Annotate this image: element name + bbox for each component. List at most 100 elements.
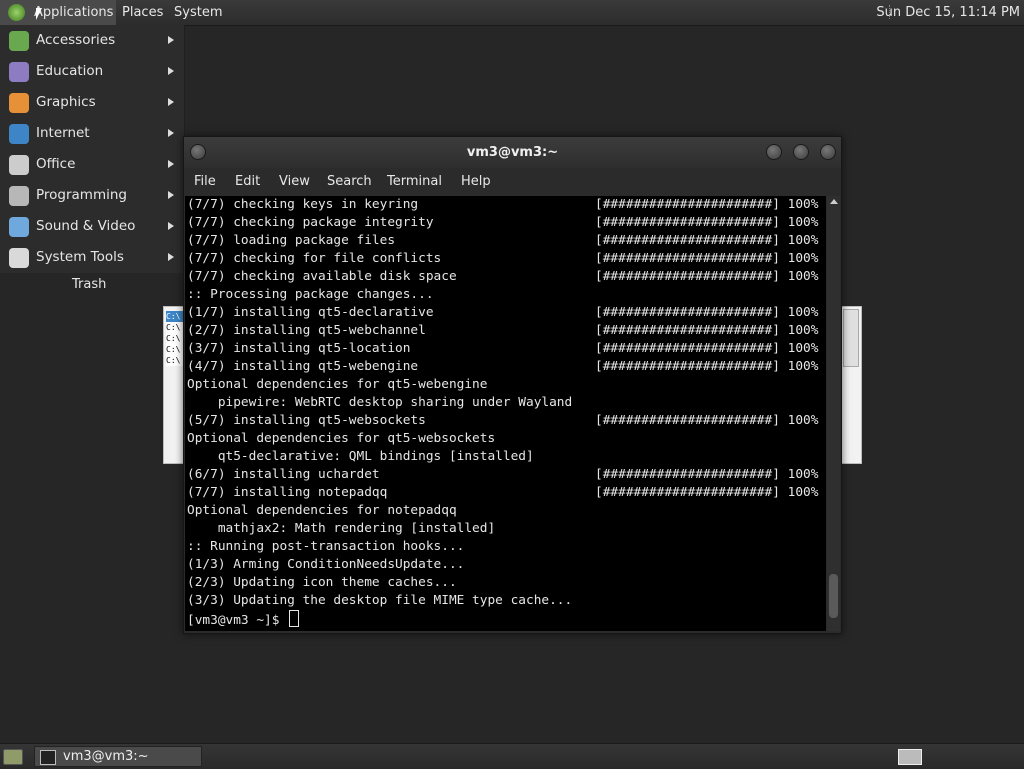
menu-item-label: Graphics xyxy=(36,94,96,110)
maximize-icon[interactable] xyxy=(793,144,809,160)
terminal-line: (3/7) installing qt5-location [##########… xyxy=(185,340,826,358)
progress-bar-text: [######################] 100% xyxy=(595,269,819,284)
progress-bar-text: [######################] 100% xyxy=(595,485,819,500)
menu-item-label: Programming xyxy=(36,187,127,203)
clock[interactable]: Sun Dec 15, 11:14 PM xyxy=(876,0,1020,25)
submenu-arrow-icon xyxy=(168,67,174,75)
scroll-thumb[interactable] xyxy=(829,574,838,618)
system-tools-icon xyxy=(9,248,29,268)
submenu-arrow-icon xyxy=(168,160,174,168)
terminal-menubar: File Edit View Search Terminal Help xyxy=(184,168,841,196)
progress-bar-text: [######################] 100% xyxy=(595,413,819,428)
education-icon xyxy=(9,62,29,82)
menu-item-system-tools[interactable]: System Tools xyxy=(0,242,184,273)
bg-window-line: C:\ xyxy=(166,322,184,333)
menu-item-internet[interactable]: Internet xyxy=(0,118,184,149)
progress-bar-text: [######################] 100% xyxy=(595,251,819,266)
close-icon[interactable] xyxy=(820,144,836,160)
terminal-line-text: (1/7) installing qt5-declarative xyxy=(187,305,434,320)
menu-file[interactable]: File xyxy=(194,168,216,196)
scroll-up-arrow-icon[interactable] xyxy=(830,199,838,204)
submenu-arrow-icon xyxy=(168,129,174,137)
terminal-line-text: qt5-declarative: QML bindings [installed… xyxy=(187,449,534,464)
terminal-line-text: (3/7) installing qt5-location xyxy=(187,341,411,356)
terminal-line: pipewire: WebRTC desktop sharing under W… xyxy=(185,394,826,412)
taskbar-button-label: vm3@vm3:~ xyxy=(63,749,149,764)
menu-item-label: Internet xyxy=(36,125,90,141)
submenu-arrow-icon xyxy=(168,98,174,106)
progress-bar-text: [######################] 100% xyxy=(595,467,819,482)
mouse-pointer-icon xyxy=(36,8,42,20)
terminal-line-text: (6/7) installing uchardet xyxy=(187,467,380,482)
menu-item-graphics[interactable]: Graphics xyxy=(0,87,184,118)
terminal-line-text: (7/7) installing notepadqq xyxy=(187,485,388,500)
terminal-scrollbar[interactable] xyxy=(827,196,840,631)
applications-menu[interactable]: Applications xyxy=(0,0,116,25)
submenu-arrow-icon xyxy=(168,222,174,230)
terminal-line: (7/7) loading package files [############… xyxy=(185,232,826,250)
menu-item-programming[interactable]: Programming xyxy=(0,180,184,211)
office-icon xyxy=(9,155,29,175)
accessories-icon xyxy=(9,31,29,51)
internet-icon xyxy=(9,124,29,144)
terminal-line-text: Optional dependencies for qt5-webengine xyxy=(187,377,488,392)
minimize-icon[interactable] xyxy=(766,144,782,160)
workspace-switcher-icon[interactable] xyxy=(898,749,922,765)
menu-item-label: Sound & Video xyxy=(36,218,136,234)
terminal-line-text: Optional dependencies for notepadqq xyxy=(187,503,457,518)
menu-help[interactable]: Help xyxy=(461,168,491,196)
terminal-output[interactable]: (7/7) checking keys in keyring [#########… xyxy=(185,196,826,631)
terminal-line: (5/7) installing qt5-websockets [########… xyxy=(185,412,826,430)
terminal-line-text: (3/3) Updating the desktop file MIME typ… xyxy=(187,593,573,608)
terminal-line: mathjax2: Math rendering [installed] xyxy=(185,520,826,538)
applications-dropdown: Accessories Education Graphics Internet Offi… xyxy=(0,25,185,273)
terminal-line: (7/7) checking for file conflicts [######… xyxy=(185,250,826,268)
terminal-line-text: (7/7) loading package files xyxy=(187,233,396,248)
show-desktop-icon[interactable] xyxy=(3,749,23,765)
sound-video-icon xyxy=(9,217,29,237)
terminal-line: (1/7) installing qt5-declarative [#######… xyxy=(185,304,826,322)
text-cursor xyxy=(289,610,300,627)
system-menu[interactable]: System xyxy=(168,0,228,25)
menu-item-accessories[interactable]: Accessories xyxy=(0,25,184,56)
menu-search[interactable]: Search xyxy=(327,168,372,196)
prompt-line[interactable]: [vm3@vm3 ~]$ xyxy=(185,610,826,628)
menu-edit[interactable]: Edit xyxy=(235,168,260,196)
submenu-arrow-icon xyxy=(168,253,174,261)
terminal-icon xyxy=(40,750,56,765)
terminal-line-text: (4/7) installing qt5-webengine xyxy=(187,359,419,374)
terminal-line-text: (7/7) checking package integrity xyxy=(187,215,434,230)
terminal-line: Optional dependencies for notepadqq xyxy=(185,502,826,520)
terminal-line-text: (2/3) Updating icon theme caches... xyxy=(187,575,457,590)
terminal-line-text: (5/7) installing qt5-websockets xyxy=(187,413,426,428)
terminal-line: (1/3) Arming ConditionNeedsUpdate... xyxy=(185,556,826,574)
submenu-arrow-icon xyxy=(168,36,174,44)
terminal-line-text: pipewire: WebRTC desktop sharing under W… xyxy=(187,395,573,410)
menu-item-sound-video[interactable]: Sound & Video xyxy=(0,211,184,242)
terminal-line-text: (7/7) checking available disk space xyxy=(187,269,457,284)
terminal-line: Optional dependencies for qt5-webengine xyxy=(185,376,826,394)
bg-window-scrollbar[interactable] xyxy=(843,309,859,367)
menu-item-education[interactable]: Education xyxy=(0,56,184,87)
menu-item-label: Accessories xyxy=(36,32,116,48)
programming-icon xyxy=(9,186,29,206)
terminal-line: :: Processing package changes... xyxy=(185,286,826,304)
menu-item-label: System Tools xyxy=(36,249,124,265)
progress-bar-text: [######################] 100% xyxy=(595,215,819,230)
terminal-line: (7/7) checking package integrity [#######… xyxy=(185,214,826,232)
applications-menu-label: Applications xyxy=(34,5,114,20)
menu-view[interactable]: View xyxy=(279,168,310,196)
terminal-line: (7/7) checking available disk space [####… xyxy=(185,268,826,286)
menu-terminal[interactable]: Terminal xyxy=(387,168,442,196)
terminal-titlebar[interactable]: vm3@vm3:~ xyxy=(184,137,841,168)
places-menu[interactable]: Places xyxy=(116,0,169,25)
progress-bar-text: [######################] 100% xyxy=(595,305,819,320)
progress-bar-text: [######################] 100% xyxy=(595,197,819,212)
top-panel: Applications Places System Sun Dec 15, 1… xyxy=(0,0,1024,26)
terminal-line: (7/7) checking keys in keyring [#########… xyxy=(185,196,826,214)
taskbar-button-terminal[interactable]: vm3@vm3:~ xyxy=(34,746,202,767)
progress-bar-text: [######################] 100% xyxy=(595,323,819,338)
trash-desktop-label[interactable]: Trash xyxy=(72,277,106,292)
terminal-line-text: (1/3) Arming ConditionNeedsUpdate... xyxy=(187,557,465,572)
menu-item-office[interactable]: Office xyxy=(0,149,184,180)
